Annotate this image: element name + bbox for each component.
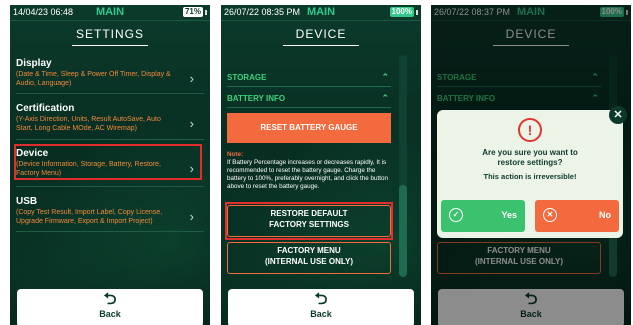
note-label: Note: — [227, 151, 244, 158]
chevron-up-icon: ⌃ — [381, 93, 389, 103]
section-label: BATTERY INFO — [227, 94, 286, 103]
check-icon: ✓ — [449, 208, 463, 222]
page-title: DEVICE — [295, 27, 347, 41]
section-storage[interactable]: STORAGE ⌃ — [227, 72, 391, 82]
divider — [227, 107, 391, 108]
section-battery-info[interactable]: BATTERY INFO ⌃ — [227, 93, 391, 103]
note-text: If Battery Percentage increases or decre… — [227, 159, 389, 190]
title-underline — [72, 45, 148, 46]
divider — [16, 93, 204, 94]
menu-item-title: USB — [16, 196, 38, 207]
menu-item-title: Display — [16, 58, 52, 69]
dialog-warning-text: This action is irreversible! — [483, 172, 577, 181]
menu-item-usb[interactable]: USB (Copy Test Result, Import Label, Cop… — [16, 196, 204, 226]
device-screen: 26/07/22 08:35 PM MAIN 100% DEVICE STORA… — [221, 5, 421, 325]
battery-tip — [416, 10, 418, 15]
menu-item-title: Certification — [16, 103, 75, 114]
menu-item-description: (Date & Time, Sleep & Power Off Timer, D… — [16, 71, 171, 87]
button-label-line2: (INTERNAL USE ONLY) — [264, 257, 353, 266]
menu-item-certification[interactable]: Certification (Y-Axis Direction, Units, … — [16, 103, 204, 133]
question-line1: Are you sure you want to — [482, 148, 578, 157]
menu-item-description: (Copy Test Result, Import Label, Copy Li… — [16, 209, 163, 225]
settings-screen: 14/04/23 06:48 MAIN 71% SETTINGS Display… — [10, 5, 210, 325]
restore-highlight — [225, 202, 393, 240]
cancel-icon: ✕ — [543, 208, 557, 222]
battery-note: Note: If Battery Percentage increases or… — [227, 151, 391, 191]
back-button[interactable]: ⮌ Back — [17, 289, 203, 325]
back-button[interactable]: ⮌ Back — [228, 289, 414, 325]
status-bar: 26/07/22 08:35 PM MAIN 100% — [221, 5, 421, 21]
back-arrow-icon: ⮌ — [103, 291, 117, 308]
scrollbar-thumb[interactable] — [399, 185, 407, 277]
menu-item-display[interactable]: Display (Date & Time, Sleep & Power Off … — [16, 58, 204, 88]
chevron-right-icon: › — [189, 209, 194, 224]
no-label: No — [599, 210, 611, 220]
chevron-right-icon: › — [189, 116, 194, 131]
section-label: STORAGE — [227, 73, 267, 82]
yes-label: Yes — [501, 210, 517, 220]
battery-tip — [205, 10, 207, 15]
menu-item-description: (Y-Axis Direction, Units, Result AutoSav… — [16, 116, 161, 132]
yes-button[interactable]: ✓ Yes — [441, 200, 525, 232]
status-mode: MAIN — [95, 6, 125, 18]
chevron-up-icon: ⌃ — [381, 72, 389, 82]
back-arrow-icon: ⮌ — [314, 291, 328, 308]
back-label: Back — [310, 309, 332, 319]
divider — [16, 186, 204, 187]
chevron-right-icon: › — [189, 71, 194, 86]
divider — [16, 231, 204, 232]
divider — [227, 86, 391, 87]
scrollbar[interactable] — [399, 55, 407, 277]
no-button[interactable]: ✕ No — [535, 200, 619, 232]
device-highlight — [14, 144, 202, 180]
divider — [16, 139, 204, 140]
confirm-dialog: ✕ ! Are you sure you want to restore set… — [437, 106, 627, 238]
question-line2: restore settings? — [497, 158, 563, 167]
close-icon[interactable]: ✕ — [609, 106, 627, 124]
factory-menu-button[interactable]: FACTORY MENU (INTERNAL USE ONLY) — [227, 242, 391, 274]
page-title: SETTINGS — [75, 27, 144, 41]
reset-battery-gauge-button[interactable]: RESET BATTERY GAUGE — [227, 113, 391, 143]
title-underline — [283, 45, 359, 46]
button-label-line1: FACTORY MENU — [277, 246, 341, 255]
status-bar: 14/04/23 06:48 MAIN 71% — [10, 5, 210, 21]
back-label: Back — [99, 309, 121, 319]
device-confirm-screen: 26/07/22 08:37 PM MAIN 100% DEVICE STORA… — [431, 5, 631, 325]
battery-icon: 100% — [389, 7, 414, 17]
battery-icon: 71% — [182, 7, 203, 17]
warning-icon: ! — [518, 118, 542, 142]
dialog-question: Are you sure you want to restore setting… — [437, 148, 623, 168]
